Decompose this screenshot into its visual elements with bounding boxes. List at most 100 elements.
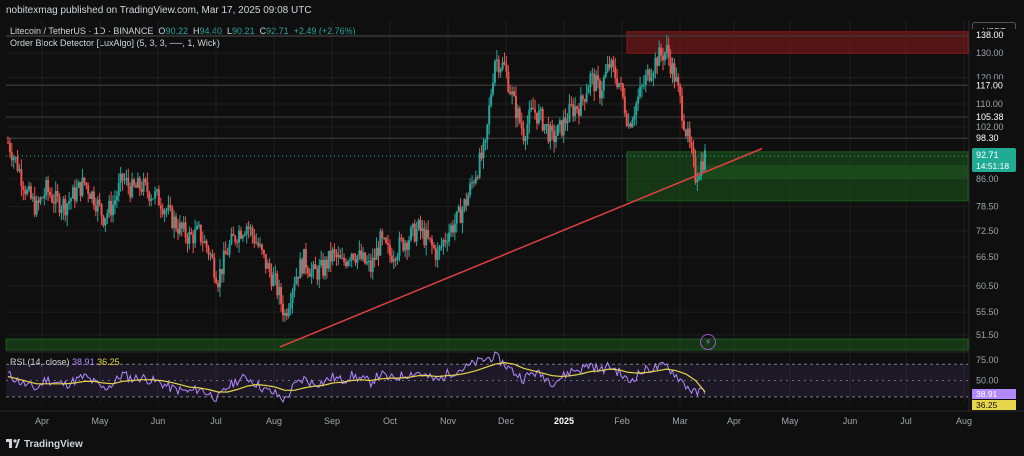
candle-body — [524, 138, 527, 141]
order-block-bullish — [5, 338, 969, 351]
rsi-ma-axis-label: 36.25 — [976, 400, 998, 410]
candle-body — [600, 90, 603, 99]
candle-body — [247, 226, 250, 229]
candle-body — [102, 215, 105, 226]
candle-body — [453, 223, 456, 233]
candle-body — [188, 232, 191, 244]
y-tick-label: 105.38 — [976, 112, 1004, 122]
candle-body — [331, 249, 334, 262]
candle-body — [161, 208, 164, 215]
candle-body — [388, 244, 391, 256]
candle-body — [146, 182, 149, 193]
candle-body — [476, 177, 479, 179]
price-chart[interactable]: 138.00130.00120.00117.00110.00105.38102.… — [0, 0, 1024, 456]
candle-body — [264, 253, 267, 269]
candle-body — [627, 123, 630, 126]
candle-body — [681, 95, 684, 121]
candle-body — [652, 73, 655, 78]
candle-body — [196, 226, 199, 230]
candle-body — [73, 187, 76, 201]
candle-body — [314, 264, 317, 270]
candle-body — [110, 200, 113, 216]
rsi-level-label: 75.00 — [976, 355, 999, 365]
candle-body — [381, 231, 384, 239]
candle-body — [77, 182, 80, 188]
candle-body — [390, 255, 393, 262]
candle-body — [637, 96, 640, 104]
flash-icon[interactable]: ⚡ — [700, 334, 716, 350]
candle-body — [619, 83, 622, 85]
candle-body — [585, 93, 588, 102]
candle-body — [492, 82, 495, 95]
candle-body — [472, 182, 475, 184]
candle-body — [469, 183, 472, 196]
candle-body — [255, 242, 258, 244]
candle-body — [165, 210, 168, 212]
candle-body — [10, 152, 13, 161]
candle-body — [348, 260, 351, 262]
candle-body — [230, 233, 233, 245]
candle-body — [438, 246, 441, 251]
rsi-legend[interactable]: RSI (14, close) 38.91 36.25 — [10, 357, 120, 367]
candle-body — [322, 259, 325, 276]
candle-body — [316, 269, 319, 280]
candle-body — [276, 273, 279, 296]
candle-body — [173, 216, 176, 228]
candle-body — [545, 124, 548, 126]
candle-body — [192, 234, 195, 244]
candle-body — [562, 117, 565, 136]
candle-body — [530, 107, 533, 110]
candle-body — [49, 191, 52, 196]
tradingview-logo[interactable]: TradingView — [6, 439, 83, 450]
candle-body — [459, 206, 462, 224]
candle-body — [551, 125, 554, 131]
candle-body — [175, 216, 178, 229]
candle-body — [259, 244, 262, 246]
x-tick-label: Apr — [727, 416, 741, 426]
candle-body — [134, 185, 137, 188]
candle-body — [541, 109, 544, 131]
y-tick-label: 51.50 — [976, 330, 999, 340]
candle-body — [543, 124, 546, 131]
y-tick-label: 138.00 — [976, 30, 1004, 40]
candle-body — [337, 255, 340, 258]
candle-body — [318, 265, 321, 280]
candle-body — [602, 77, 605, 91]
candle-body — [138, 177, 141, 190]
candle-body — [278, 287, 281, 296]
y-tick-label: 130.00 — [976, 48, 1004, 58]
candle-body — [547, 124, 550, 142]
candle-body — [209, 254, 212, 256]
candle-body — [194, 229, 197, 244]
candle-body — [598, 80, 601, 99]
candle-body — [79, 182, 82, 196]
candle-body — [629, 123, 632, 128]
candle-body — [140, 189, 143, 192]
candle-body — [702, 161, 705, 171]
candle-body — [415, 228, 418, 242]
candle-body — [694, 156, 697, 183]
candle-body — [283, 312, 286, 316]
candle-body — [148, 192, 151, 201]
x-tick-label: Aug — [266, 416, 282, 426]
candle-body — [661, 55, 664, 61]
candle-body — [587, 87, 590, 94]
candle-body — [197, 224, 200, 227]
candle-body — [457, 206, 460, 212]
y-tick-label: 110.00 — [976, 99, 1003, 109]
candle-body — [534, 109, 537, 113]
candle-body — [312, 264, 315, 270]
candle-body — [413, 223, 416, 242]
candle-body — [484, 139, 487, 143]
candle-body — [660, 47, 663, 56]
candle-body — [577, 109, 580, 116]
candle-body — [301, 259, 304, 274]
candle-body — [675, 76, 678, 82]
tradingview-mark-icon — [6, 439, 20, 448]
candle-body — [171, 207, 174, 228]
candle-body — [304, 248, 307, 269]
candle-body — [383, 237, 386, 239]
candle-body — [343, 257, 346, 262]
candle-body — [7, 142, 9, 144]
candle-body — [411, 223, 414, 228]
